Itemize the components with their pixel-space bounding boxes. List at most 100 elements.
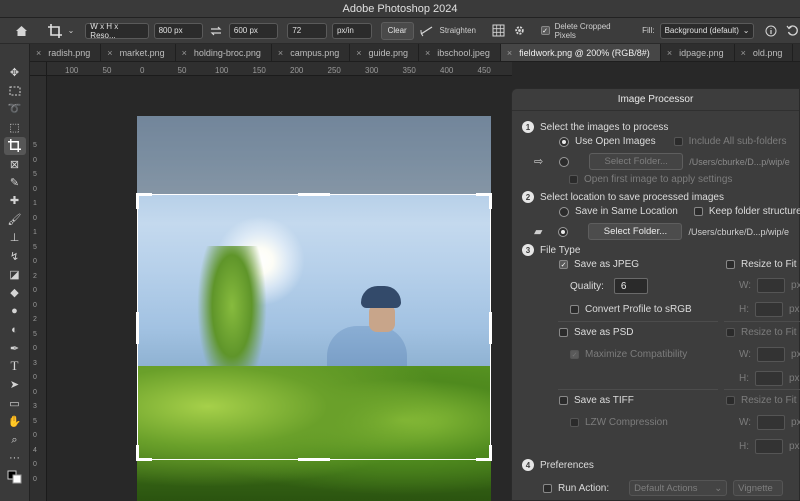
pen-tool-icon[interactable]: ✒ (4, 339, 26, 357)
close-icon[interactable]: × (741, 48, 746, 58)
eraser-tool-icon[interactable]: ◪ (4, 265, 26, 283)
quality-input[interactable]: 6 (613, 278, 648, 294)
color-swatches-icon[interactable] (4, 468, 26, 486)
select-dest-folder-button[interactable]: Select Folder... (588, 223, 683, 240)
history-brush-icon[interactable]: ↯ (4, 247, 26, 265)
crop-handle-bottom[interactable] (298, 458, 330, 461)
close-icon[interactable]: × (425, 48, 430, 58)
stamp-tool-icon[interactable]: ⊥ (4, 229, 26, 247)
move-tool-icon[interactable]: ✥ (4, 63, 26, 81)
psd-resize-checkbox[interactable] (726, 328, 735, 337)
run-action-checkbox[interactable] (543, 483, 552, 493)
crop-handle-top[interactable] (298, 193, 330, 196)
healing-brush-icon[interactable]: ✚ (4, 192, 26, 210)
include-subfolders-checkbox[interactable] (673, 137, 683, 146)
blur-tool-icon[interactable]: ● (4, 302, 26, 320)
document-tab[interactable]: × old.png (735, 44, 794, 61)
close-icon[interactable]: × (36, 48, 41, 58)
resolution-unit-select[interactable]: px/in (331, 22, 372, 39)
straighten-label[interactable]: Straighten (440, 26, 476, 35)
tiff-resize-checkbox[interactable] (726, 396, 735, 405)
document-tab[interactable]: × holding-broc.png (176, 44, 272, 61)
home-icon[interactable] (14, 23, 30, 39)
horizontal-ruler[interactable]: 10050050100150200250300350400450500 (47, 62, 512, 76)
psd-height-input[interactable] (755, 371, 783, 386)
psd-width-input[interactable] (757, 347, 786, 362)
type-tool-icon[interactable]: T (4, 357, 26, 375)
crop-handle-tl[interactable] (136, 193, 139, 209)
dodge-tool-icon[interactable]: ◐ (4, 320, 26, 338)
save-as-tiff-checkbox[interactable] (559, 396, 568, 405)
object-select-tool-icon[interactable]: ⬚ (4, 118, 26, 136)
action-set-select[interactable]: Default Actions ⌄ (629, 480, 728, 496)
document-tab[interactable]: × ibschool.jpeg (419, 44, 501, 61)
lzw-compression-checkbox[interactable] (570, 418, 579, 427)
document-tab[interactable]: ×t (793, 44, 800, 61)
close-icon[interactable]: × (507, 48, 512, 58)
zoom-tool-icon[interactable]: ⌕ (4, 431, 26, 449)
close-icon[interactable]: × (107, 48, 112, 58)
crop-handle-right[interactable] (489, 312, 492, 344)
close-icon[interactable]: × (278, 48, 283, 58)
close-icon[interactable]: × (667, 48, 672, 58)
crop-handle-bl[interactable] (136, 445, 139, 461)
convert-profile-checkbox[interactable] (570, 305, 579, 314)
path-select-icon[interactable]: ➤ (4, 376, 26, 394)
height-input[interactable]: 600 px (228, 22, 279, 39)
swap-icon[interactable] (208, 23, 224, 39)
crop-tool-icon[interactable] (3, 136, 26, 155)
document-tab-active[interactable]: × fieldwork.png @ 200% (RGB/8#) (500, 44, 661, 61)
gear-icon[interactable] (512, 23, 528, 39)
jpeg-width-input[interactable] (757, 278, 786, 293)
jpeg-height-input[interactable] (755, 302, 783, 317)
crop-handle-br[interactable] (489, 445, 492, 461)
save-as-jpeg-checkbox[interactable]: ✓ (559, 260, 568, 269)
select-dest-folder-radio[interactable] (558, 226, 569, 237)
select-source-folder-button[interactable]: Select Folder... (589, 153, 684, 170)
crop-handle-tr[interactable] (489, 193, 492, 209)
grid-overlay-icon[interactable] (491, 23, 507, 39)
rectangle-tool-icon[interactable]: ▭ (4, 394, 26, 412)
tiff-height-input[interactable] (755, 439, 783, 454)
reset-icon[interactable] (784, 23, 800, 39)
crop-box[interactable] (136, 193, 492, 461)
save-same-location-radio[interactable] (559, 206, 569, 217)
lasso-tool-icon[interactable]: ➰ (4, 100, 26, 118)
keep-folder-structure-checkbox[interactable] (693, 207, 703, 216)
paint-bucket-icon[interactable]: ◆ (4, 284, 26, 302)
more-tools-icon[interactable]: ··· (4, 449, 26, 467)
delete-cropped-checkbox[interactable]: ✓ (540, 26, 550, 35)
width-input[interactable]: 800 px (153, 22, 204, 39)
document-tab[interactable]: × guide.png (350, 44, 420, 61)
chevron-down-icon[interactable]: ⌄ (68, 26, 75, 35)
use-open-images-radio[interactable] (559, 136, 569, 147)
jpeg-resize-checkbox[interactable] (726, 260, 735, 269)
vertical-ruler[interactable]: 5 0 5 0 1 0 1 5 0 2 0 0 2 5 0 3 0 0 3 5 0 4 0 0 (30, 76, 47, 501)
marquee-tool-icon[interactable] (4, 81, 26, 99)
select-source-folder-radio[interactable] (559, 156, 570, 167)
info-icon[interactable] (763, 23, 779, 39)
close-icon[interactable]: × (356, 48, 361, 58)
fill-select[interactable]: Background (default) ⌄ (659, 22, 755, 39)
document-tab[interactable]: × idpage.png (661, 44, 735, 61)
close-icon[interactable]: × (182, 48, 187, 58)
straighten-icon[interactable] (419, 23, 435, 39)
tiff-width-input[interactable] (757, 415, 786, 430)
save-as-psd-checkbox[interactable] (559, 328, 568, 337)
resolution-input[interactable]: 72 (287, 22, 327, 39)
open-first-image-checkbox[interactable] (569, 175, 578, 184)
clear-button[interactable]: Clear (380, 21, 414, 40)
action-name-select[interactable]: Vignette (733, 480, 784, 496)
crop-handle-left[interactable] (136, 312, 139, 344)
eyedropper-tool-icon[interactable]: ✎ (4, 173, 26, 191)
document-tab[interactable]: × campus.png (272, 44, 351, 61)
hand-tool-icon[interactable]: ✋ (4, 412, 26, 430)
maximize-compat-checkbox[interactable]: ✓ (570, 350, 579, 359)
crop-tool-icon[interactable] (47, 23, 63, 39)
canvas-area[interactable] (47, 76, 512, 501)
brush-tool-icon[interactable]: 🖌 (4, 210, 26, 228)
frame-tool-icon[interactable]: ⊠ (4, 155, 26, 173)
document-tab[interactable]: × market.png (101, 44, 176, 61)
ratio-preset-select[interactable]: W x H x Reso... (85, 22, 149, 40)
document-tab[interactable]: × radish.png (30, 44, 102, 61)
